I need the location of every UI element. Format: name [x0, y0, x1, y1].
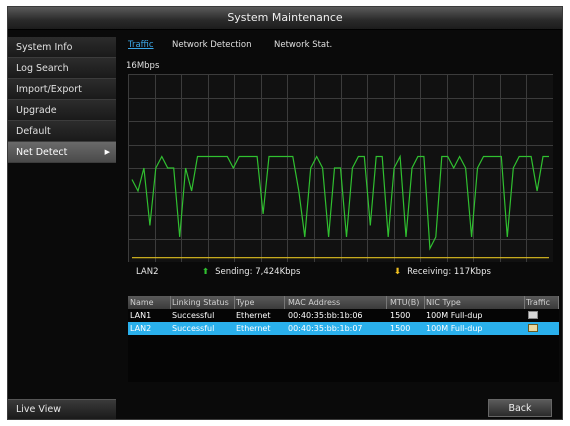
tab-network-detection[interactable]: Network Detection — [172, 40, 251, 50]
cell-nic-type: 100M Full-dup — [426, 324, 483, 333]
table-header: Name Linking Status Type MAC Address MTU… — [128, 296, 559, 309]
main-panel: Traffic Network Detection Network Stat. … — [122, 37, 559, 382]
cell-nic-type: 100M Full-dup — [426, 311, 483, 320]
sending-text: Sending: 7,424Kbps — [215, 267, 301, 277]
cell-name: LAN1 — [130, 311, 152, 320]
traffic-chart-icon[interactable] — [528, 324, 538, 332]
table-row[interactable]: LAN2 Successful Ethernet 00:40:35:bb:1b:… — [128, 322, 559, 335]
live-view-button[interactable]: Live View — [8, 399, 116, 419]
sidebar-item-label: Net Detect — [16, 147, 68, 158]
sidebar-item-label: Log Search — [16, 63, 69, 74]
cell-mac: 00:40:35:bb:1b:06 — [288, 311, 363, 320]
sidebar-item-label: Default — [16, 126, 51, 137]
sidebar-item-label: System Info — [16, 42, 73, 53]
table-row[interactable]: LAN1 Successful Ethernet 00:40:35:bb:1b:… — [128, 309, 559, 322]
col-name: Name — [130, 296, 171, 309]
system-maintenance-window: System Maintenance System Info Log Searc… — [7, 6, 563, 420]
sidebar-item-net-detect[interactable]: Net Detect ▶ — [8, 142, 116, 163]
arrow-up-icon: ⬆ — [202, 267, 210, 277]
col-status: Linking Status — [172, 296, 235, 309]
interface-label: LAN2 — [136, 267, 159, 277]
traffic-chart-icon[interactable] — [528, 311, 538, 319]
cell-type: Ethernet — [236, 324, 271, 333]
cell-name: LAN2 — [130, 324, 152, 333]
sidebar: System Info Log Search Import/Export Upg… — [8, 37, 116, 163]
chart-scale-label: 16Mbps — [126, 61, 160, 71]
cell-mtu: 1500 — [390, 311, 411, 320]
col-nic-type: NIC Type — [426, 296, 525, 309]
col-mtu: MTU(B) — [390, 296, 425, 309]
col-mac: MAC Address — [288, 296, 387, 309]
cell-mac: 00:40:35:bb:1b:07 — [288, 324, 363, 333]
traffic-chart — [128, 74, 553, 262]
caret-right-icon: ▶ — [104, 148, 110, 156]
col-traffic: Traffic — [526, 296, 559, 309]
cell-type: Ethernet — [236, 311, 271, 320]
sidebar-item-log-search[interactable]: Log Search — [8, 58, 116, 79]
sending-rate: ⬆ Sending: 7,424Kbps — [202, 267, 300, 277]
receiving-rate: ⬇ Receiving: 117Kbps — [394, 267, 491, 277]
sidebar-item-import-export[interactable]: Import/Export — [8, 79, 116, 100]
tab-network-stat[interactable]: Network Stat. — [274, 40, 332, 50]
nic-table: Name Linking Status Type MAC Address MTU… — [128, 296, 559, 335]
tab-bar: Traffic Network Detection Network Stat. — [122, 37, 558, 53]
sidebar-item-label: Upgrade — [16, 105, 57, 116]
col-type: Type — [236, 296, 285, 309]
sidebar-item-upgrade[interactable]: Upgrade — [8, 100, 116, 121]
cell-status: Successful — [172, 311, 215, 320]
window-title: System Maintenance — [8, 7, 562, 30]
sidebar-item-default[interactable]: Default — [8, 121, 116, 142]
receiving-text: Receiving: 117Kbps — [407, 267, 491, 277]
sidebar-item-label: Import/Export — [16, 84, 82, 95]
tab-traffic[interactable]: Traffic — [128, 40, 154, 50]
arrow-down-icon: ⬇ — [394, 267, 402, 277]
cell-mtu: 1500 — [390, 324, 411, 333]
cell-status: Successful — [172, 324, 215, 333]
sidebar-item-system-info[interactable]: System Info — [8, 37, 116, 58]
back-button[interactable]: Back — [488, 399, 552, 417]
